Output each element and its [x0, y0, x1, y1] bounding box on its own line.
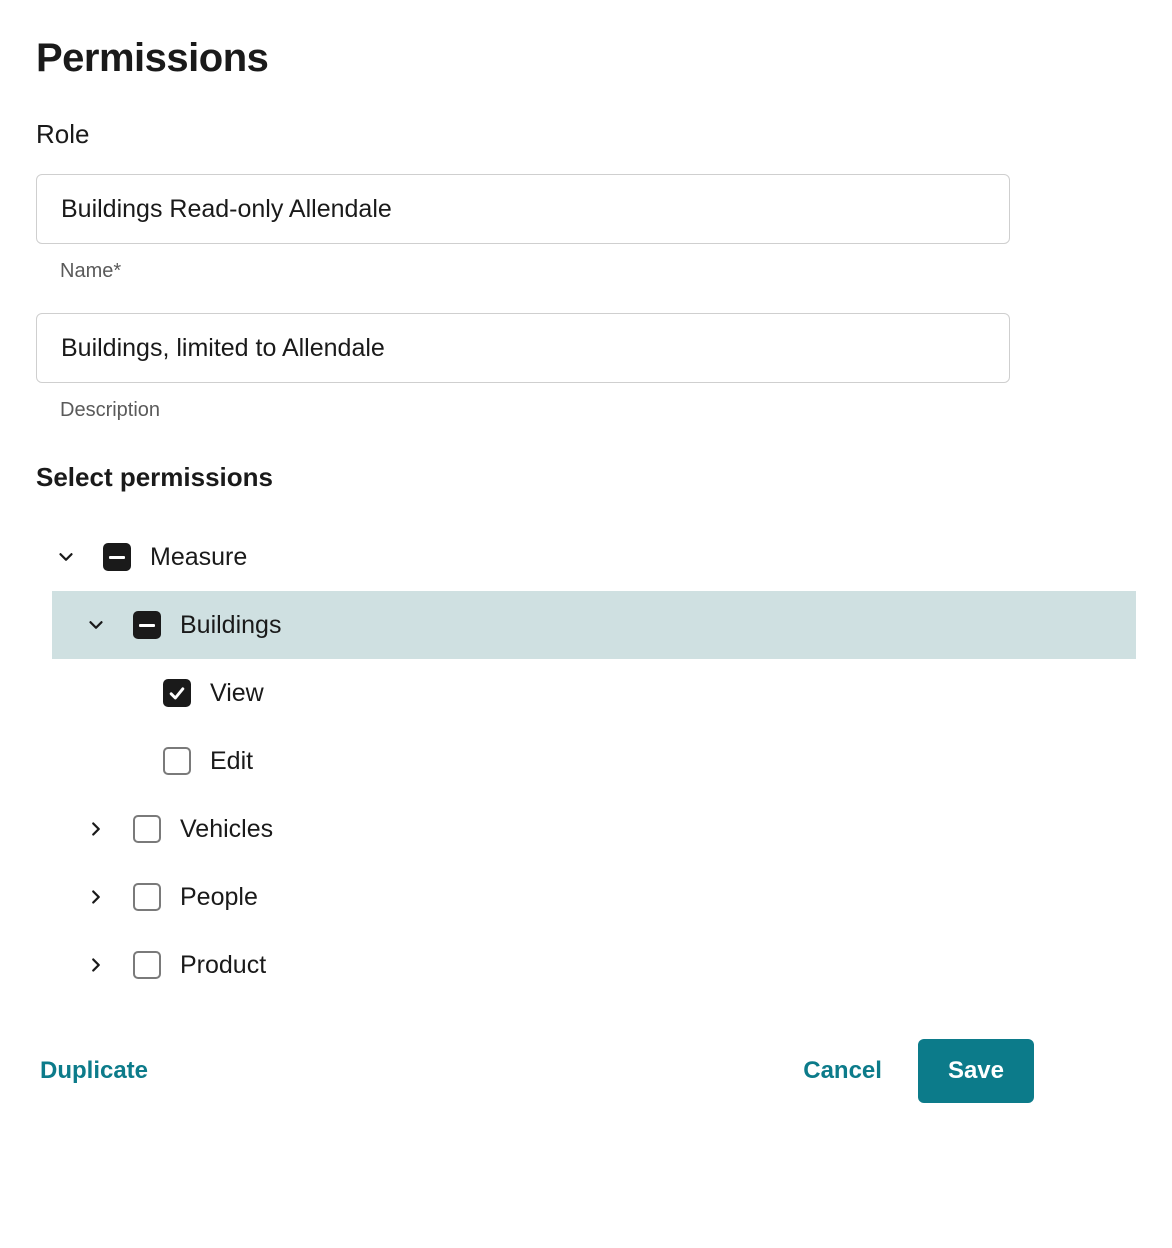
- chevron-right-icon[interactable]: [82, 818, 110, 840]
- tree-row-buildings[interactable]: Buildings: [52, 591, 1136, 659]
- role-description-helper: Description: [60, 399, 1136, 422]
- tree-label-edit: Edit: [210, 747, 253, 776]
- save-button[interactable]: Save: [918, 1039, 1034, 1103]
- tree-label-product: Product: [180, 951, 266, 980]
- role-description-input[interactable]: [36, 313, 1010, 383]
- tree-row-vehicles[interactable]: Vehicles: [52, 795, 1136, 863]
- chevron-right-icon[interactable]: [82, 886, 110, 908]
- tree-label-measure: Measure: [150, 543, 247, 572]
- tree-row-measure[interactable]: Measure: [52, 523, 1136, 591]
- checkbox-unchecked-icon[interactable]: [133, 951, 161, 979]
- tree-row-view[interactable]: View: [52, 659, 1136, 727]
- checkbox-unchecked-icon[interactable]: [133, 815, 161, 843]
- role-name-helper: Name*: [60, 260, 1136, 283]
- tree-row-edit[interactable]: Edit: [52, 727, 1136, 795]
- footer: Duplicate Cancel Save: [36, 1039, 1034, 1103]
- tree-label-view: View: [210, 679, 264, 708]
- chevron-down-icon[interactable]: [52, 546, 80, 568]
- role-section-label: Role: [36, 119, 1136, 150]
- page-title: Permissions: [36, 36, 1136, 81]
- checkbox-unchecked-icon[interactable]: [133, 883, 161, 911]
- tree-label-vehicles: Vehicles: [180, 815, 273, 844]
- checkbox-indeterminate-icon[interactable]: [133, 611, 161, 639]
- chevron-right-icon[interactable]: [82, 954, 110, 976]
- checkbox-unchecked-icon[interactable]: [163, 747, 191, 775]
- cancel-button[interactable]: Cancel: [799, 1047, 886, 1095]
- tree-row-product[interactable]: Product: [52, 931, 1136, 999]
- select-permissions-label: Select permissions: [36, 462, 1136, 493]
- role-name-input[interactable]: [36, 174, 1010, 244]
- chevron-down-icon[interactable]: [82, 614, 110, 636]
- permissions-tree: Measure Buildings View Edit: [52, 523, 1136, 999]
- tree-label-people: People: [180, 883, 258, 912]
- checkbox-checked-icon[interactable]: [163, 679, 191, 707]
- duplicate-button[interactable]: Duplicate: [36, 1047, 152, 1095]
- tree-label-buildings: Buildings: [180, 611, 281, 640]
- checkbox-indeterminate-icon[interactable]: [103, 543, 131, 571]
- tree-row-people[interactable]: People: [52, 863, 1136, 931]
